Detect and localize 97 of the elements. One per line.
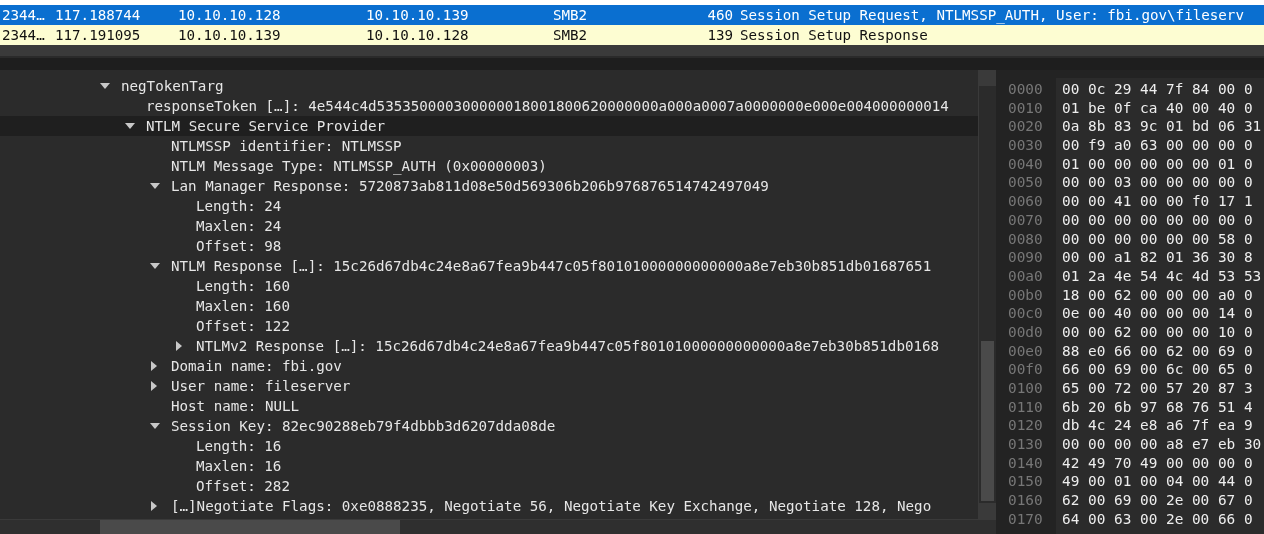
- tree-item[interactable]: Maxlen: 160: [0, 296, 978, 316]
- vertical-scrollbar[interactable]: [978, 70, 996, 519]
- hex-offset: 0170: [1007, 509, 1044, 529]
- packet-source: 10.10.10.139: [178, 27, 282, 43]
- collapsed-arrow-icon[interactable]: [175, 341, 183, 351]
- expanded-arrow-icon[interactable]: [100, 82, 110, 90]
- hex-offset: 0100: [1007, 379, 1044, 398]
- hex-offset: 0140: [1007, 453, 1044, 473]
- hex-bytes: 00 00 00 00 a8 e7 eb 30: [1062, 435, 1263, 454]
- hex-offset: 0050: [1007, 173, 1044, 193]
- hex-bytes: 00 0c 29 44 7f 84 00 0: [1062, 80, 1254, 99]
- tree-item[interactable]: Offset: 98: [0, 236, 978, 256]
- hex-bytes: 62 00 69 00 2e 00 67 0: [1062, 491, 1254, 510]
- packet-destination: 10.10.10.139: [366, 7, 470, 23]
- packet-row[interactable]: 2344… 117.191095 10.10.10.139 10.10.10.128 SMB2 139 Session Setup Response: [0, 25, 1264, 45]
- hex-offset: 0160: [1007, 491, 1044, 510]
- hex-bytes: 00 00 62 00 00 00 10 0: [1062, 322, 1254, 342]
- hex-bytes: 00 00 41 00 00 f0 17 1: [1062, 192, 1254, 211]
- hex-offset: 0120: [1007, 416, 1044, 436]
- expanded-arrow-icon[interactable]: [150, 422, 160, 430]
- packet-protocol: SMB2: [553, 27, 589, 43]
- hex-bytes: 01 be 0f ca 40 00 40 0: [1062, 98, 1254, 118]
- tree-item[interactable]: NTLM Message Type: NTLMSSP_AUTH (0x00000003): [0, 156, 978, 176]
- tree-item[interactable]: NTLMv2 Response […]: 15c26d67db4c24e8a67fea9b447c05f80101000000000000a8e7eb30b851db0168: [0, 336, 978, 356]
- hex-bytes: 00 00 00 00 00 00 58 0: [1062, 229, 1254, 249]
- packet-length: 460: [706, 7, 733, 23]
- tree-item[interactable]: User name: fileserver: [0, 376, 978, 396]
- hex-bytes: 01 00 00 00 00 00 01 0: [1062, 154, 1254, 174]
- hex-offset: 0070: [1007, 210, 1044, 230]
- tree-item[interactable]: NTLM Response […]: 15c26d67db4c24e8a67fea9b447c05f80101000000000000a8e7eb30b851db01687651: [0, 256, 978, 276]
- hex-bytes: 18 00 62 00 00 00 a0 0: [1062, 285, 1254, 305]
- tree-item[interactable]: Length: 16: [0, 436, 978, 456]
- tree-item[interactable]: Domain name: fbi.gov: [0, 356, 978, 376]
- tree-item[interactable]: Offset: 282: [0, 476, 978, 496]
- hex-offset: 0010: [1007, 98, 1044, 118]
- hex-offset: 0080: [1007, 229, 1044, 249]
- expanded-arrow-icon[interactable]: [150, 262, 160, 270]
- expanded-arrow-icon[interactable]: [150, 182, 160, 190]
- hex-bytes: 00 00 03 00 00 00 00 0: [1062, 173, 1254, 193]
- hex-bytes: 49 00 01 00 04 00 44 0: [1062, 472, 1254, 492]
- tree-item[interactable]: Length: 160: [0, 276, 978, 296]
- hex-bytes: 66 00 69 00 6c 00 65 0: [1062, 360, 1254, 379]
- packet-destination: 10.10.10.128: [366, 27, 470, 43]
- packet-info: Session Setup Response: [739, 27, 928, 43]
- hex-offset: 0020: [1007, 117, 1044, 137]
- hex-offset: 00e0: [1007, 341, 1044, 361]
- packet-time: 117.191095: [55, 27, 142, 43]
- hex-offset: 0130: [1007, 435, 1044, 454]
- hex-bytes: 0e 00 40 00 00 00 14 0: [1062, 304, 1254, 323]
- hex-bytes: 00 f9 a0 63 00 00 00 0: [1062, 136, 1254, 155]
- tree-item[interactable]: responseToken […]: 4e544c4d535350000300000018001800620000000a000a0007a0000000e000e004000000014: [0, 96, 978, 116]
- tree-item[interactable]: Host name: NULL: [0, 396, 978, 416]
- hex-bytes: 01 2a 4e 54 4c 4d 53 53: [1062, 266, 1263, 286]
- hex-offset: 00b0: [1007, 285, 1044, 305]
- packet-source: 10.10.10.128: [178, 7, 282, 23]
- horizontal-scrollbar[interactable]: [0, 519, 996, 534]
- hex-bytes: 00 00 a1 82 01 36 30 8: [1062, 248, 1254, 267]
- tree-item[interactable]: Session Key: 82ec90288eb79f4dbbb3d6207dda08de: [0, 416, 978, 436]
- hex-bytes: 42 49 70 49 00 00 00 0: [1062, 453, 1254, 473]
- packet-row[interactable]: 2344… 117.188744 10.10.10.128 10.10.10.139 SMB2 460 Session Setup Request, NTLMSSP_AUTH, User: fbi.gov\fileserv: [0, 5, 1264, 25]
- hex-offset: 00f0: [1007, 360, 1044, 379]
- hex-bytes: 88 e0 66 00 62 00 69 0: [1062, 341, 1254, 361]
- hex-bytes: 64 00 63 00 2e 00 66 0: [1062, 509, 1254, 529]
- hex-offset: 0040: [1007, 154, 1044, 174]
- tree-item[interactable]: NTLMSSP identifier: NTLMSSP: [0, 136, 978, 156]
- hex-offset: 0030: [1007, 136, 1044, 155]
- hex-offset: 0090: [1007, 248, 1044, 267]
- hex-offset: 00c0: [1007, 304, 1044, 323]
- collapsed-arrow-icon[interactable]: [150, 381, 158, 391]
- packet-time: 117.188744: [55, 7, 142, 23]
- hex-offset: 0000: [1007, 80, 1044, 99]
- tree-item[interactable]: NTLM Secure Service Provider: [0, 116, 978, 136]
- tree-item[interactable]: […]Negotiate Flags: 0xe0888235, Negotiate 56, Negotiate Key Exchange, Negotiate 128, Nego: [0, 496, 978, 516]
- hex-bytes: 65 00 72 00 57 20 87 3: [1062, 379, 1254, 398]
- packet-protocol: SMB2: [553, 7, 589, 23]
- tree-item[interactable]: Offset: 122: [0, 316, 978, 336]
- tree-item[interactable]: Maxlen: 24: [0, 216, 978, 236]
- tree-item[interactable]: Maxlen: 16: [0, 456, 978, 476]
- packet-number: 2344…: [1, 7, 46, 23]
- tree-item[interactable]: negTokenTarg: [0, 76, 978, 96]
- packet-info: Session Setup Request, NTLMSSP_AUTH, User: fbi.gov\fileserv: [739, 7, 1244, 23]
- hex-offset: 0060: [1007, 192, 1044, 211]
- hex-bytes: db 4c 24 e8 a6 7f ea 9: [1062, 416, 1254, 436]
- packet-length: 139: [706, 27, 733, 43]
- hex-offset: 00a0: [1007, 266, 1044, 286]
- tree-item[interactable]: Length: 24: [0, 196, 978, 216]
- hex-bytes: 00 00 00 00 00 00 00 0: [1062, 210, 1254, 230]
- collapsed-arrow-icon[interactable]: [150, 361, 158, 371]
- hex-offset: 0110: [1007, 397, 1044, 417]
- packet-number: 2344…: [1, 27, 46, 43]
- tree-item[interactable]: Lan Manager Response: 5720873ab811d08e50d569306b206b976876514742497049: [0, 176, 978, 196]
- hex-bytes: 6b 20 6b 97 68 76 51 4: [1062, 397, 1254, 417]
- hex-offset: 0150: [1007, 472, 1044, 492]
- hex-offset: 00d0: [1007, 322, 1044, 342]
- hex-bytes: 0a 8b 83 9c 01 bd 06 31: [1062, 117, 1263, 137]
- collapsed-arrow-icon[interactable]: [150, 501, 158, 511]
- expanded-arrow-icon[interactable]: [125, 122, 135, 130]
